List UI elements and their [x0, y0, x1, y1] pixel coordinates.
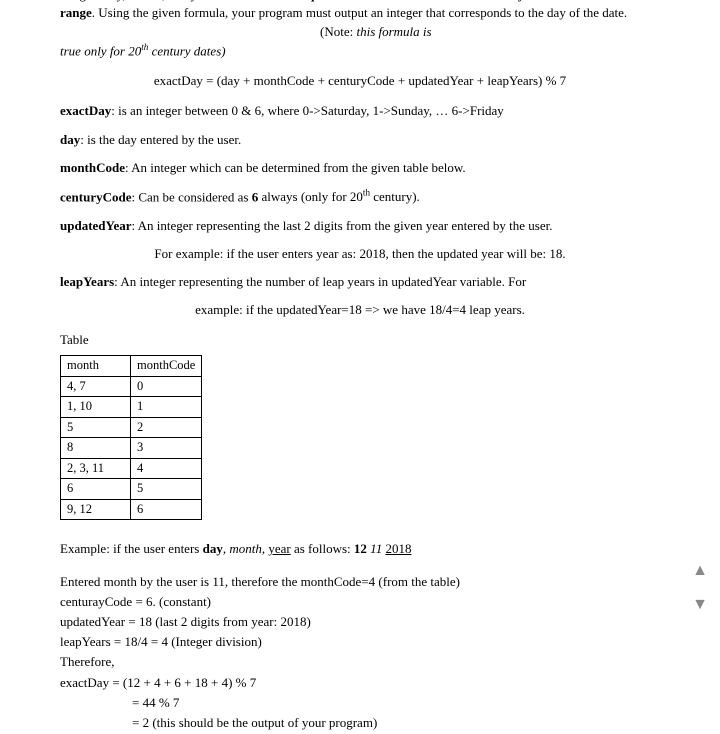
table-row: 4, 70: [61, 376, 202, 397]
example-l7: exactDay = (12 + 4 + 6 + 18 + 4) % 7: [60, 674, 660, 692]
scroll-up-icon[interactable]: ▲: [692, 560, 708, 582]
def-day: day: is the day entered by the user.: [60, 131, 660, 149]
example-l4: updatedYear = 18 (last 2 digits from yea…: [60, 613, 660, 631]
example-l8: = 44 % 7: [60, 694, 660, 712]
leapyears-example: example: if the updatedYear=18 => we hav…: [60, 301, 660, 319]
table-row: 65: [61, 479, 202, 500]
def-updatedyear: updatedYear: An integer representing the…: [60, 217, 660, 235]
table-row: 2, 3, 114: [61, 458, 202, 479]
example-l9: = 2 (this should be the output of your p…: [60, 714, 660, 732]
header-monthcode: monthCode: [131, 356, 202, 377]
example-l3: centurayCode = 6. (constant): [60, 593, 660, 611]
example-section: Example: if the user enters day, month, …: [60, 540, 660, 732]
example-l5: leapYears = 18/4 = 4 (Integer division): [60, 633, 660, 651]
table-row: 9, 126: [61, 499, 202, 520]
table-row: 1, 101: [61, 397, 202, 418]
def-leapyears: leapYears: An integer representing the n…: [60, 273, 660, 291]
monthcode-table: month monthCode 4, 70 1, 101 52 83 2, 3,…: [60, 355, 202, 520]
table-row: 52: [61, 417, 202, 438]
def-exactday: exactDay: is an integer between 0 & 6, w…: [60, 102, 660, 120]
example-intro: Example: if the user enters day, month, …: [60, 540, 660, 558]
formula: exactDay = (day + monthCode + centuryCod…: [60, 72, 660, 90]
def-monthcode: monthCode: An integer which can be deter…: [60, 159, 660, 177]
table-title: Table: [60, 331, 660, 349]
def-centurycode: centuryCode: Can be considered as 6 alwa…: [60, 187, 660, 207]
problem-statement: Write a Java program to give the user th…: [60, 0, 660, 60]
example-l6: Therefore,: [60, 653, 660, 671]
table-row: 83: [61, 438, 202, 459]
example-l2: Entered month by the user is 11, therefo…: [60, 573, 660, 591]
scroll-down-icon[interactable]: ▼: [692, 594, 708, 616]
updatedyear-example: For example: if the user enters year as:…: [60, 245, 660, 263]
header-month: month: [61, 356, 131, 377]
scroll-control: ▲ ▼: [692, 560, 708, 617]
note-line2: true only for 20th century dates): [60, 41, 660, 61]
table-header-row: month monthCode: [61, 356, 202, 377]
